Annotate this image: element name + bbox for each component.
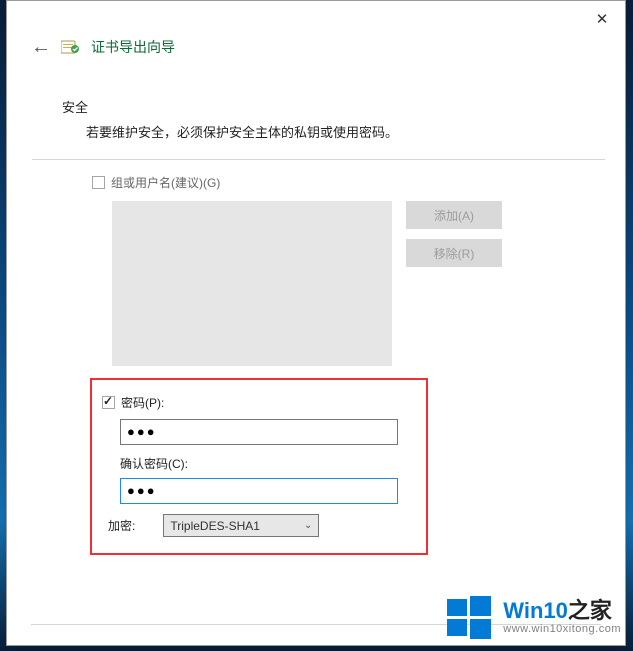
back-arrow-icon[interactable]: ← <box>31 37 51 57</box>
security-heading: 安全 <box>62 97 575 116</box>
confirm-password-input[interactable]: ●●● <box>120 478 398 504</box>
remove-button: 移除(R) <box>406 239 502 267</box>
add-button: 添加(A) <box>406 201 502 229</box>
group-listbox <box>112 201 392 366</box>
titlebar: ✕ <box>7 1 625 37</box>
confirm-password-label: 确认密码(C): <box>120 455 408 472</box>
password-checkbox-row[interactable]: 密码(P): <box>102 394 408 411</box>
watermark-url: www.win10xitong.com <box>503 623 621 636</box>
encryption-selected: TripleDES-SHA1 <box>170 519 260 533</box>
wizard-header: ← 证书导出向导 <box>7 37 625 67</box>
close-button[interactable]: ✕ <box>587 10 617 28</box>
password-checkbox[interactable] <box>102 396 115 409</box>
wizard-title: 证书导出向导 <box>91 37 175 57</box>
group-checkbox[interactable] <box>92 176 105 189</box>
password-section-highlighted: 密码(P): ●●● 确认密码(C): ●●● 加密: TripleDES-SH… <box>90 378 428 555</box>
certificate-icon <box>61 38 81 56</box>
windows-logo-icon <box>445 593 493 641</box>
encryption-label: 加密: <box>108 517 135 534</box>
encryption-dropdown[interactable]: TripleDES-SHA1 ⌄ <box>163 514 319 537</box>
watermark: Win10之家 www.win10xitong.com <box>445 593 621 641</box>
password-input[interactable]: ●●● <box>120 419 398 445</box>
divider <box>32 159 605 160</box>
group-checkbox-row[interactable]: 组或用户名(建议)(G) <box>92 174 575 191</box>
security-description: 若要维护安全，必须保护安全主体的私钥或使用密码。 <box>86 122 575 141</box>
watermark-brand: Win10之家 <box>503 598 621 623</box>
chevron-down-icon: ⌄ <box>304 520 312 531</box>
password-label: 密码(P): <box>121 394 164 411</box>
wizard-window: ✕ ← 证书导出向导 安全 若要维护安全，必须保护安全主体的私钥或使用密码。 <box>6 0 626 646</box>
group-checkbox-label: 组或用户名(建议)(G) <box>111 174 220 191</box>
wizard-content: 安全 若要维护安全，必须保护安全主体的私钥或使用密码。 组或用户名(建议)(G)… <box>7 67 625 555</box>
